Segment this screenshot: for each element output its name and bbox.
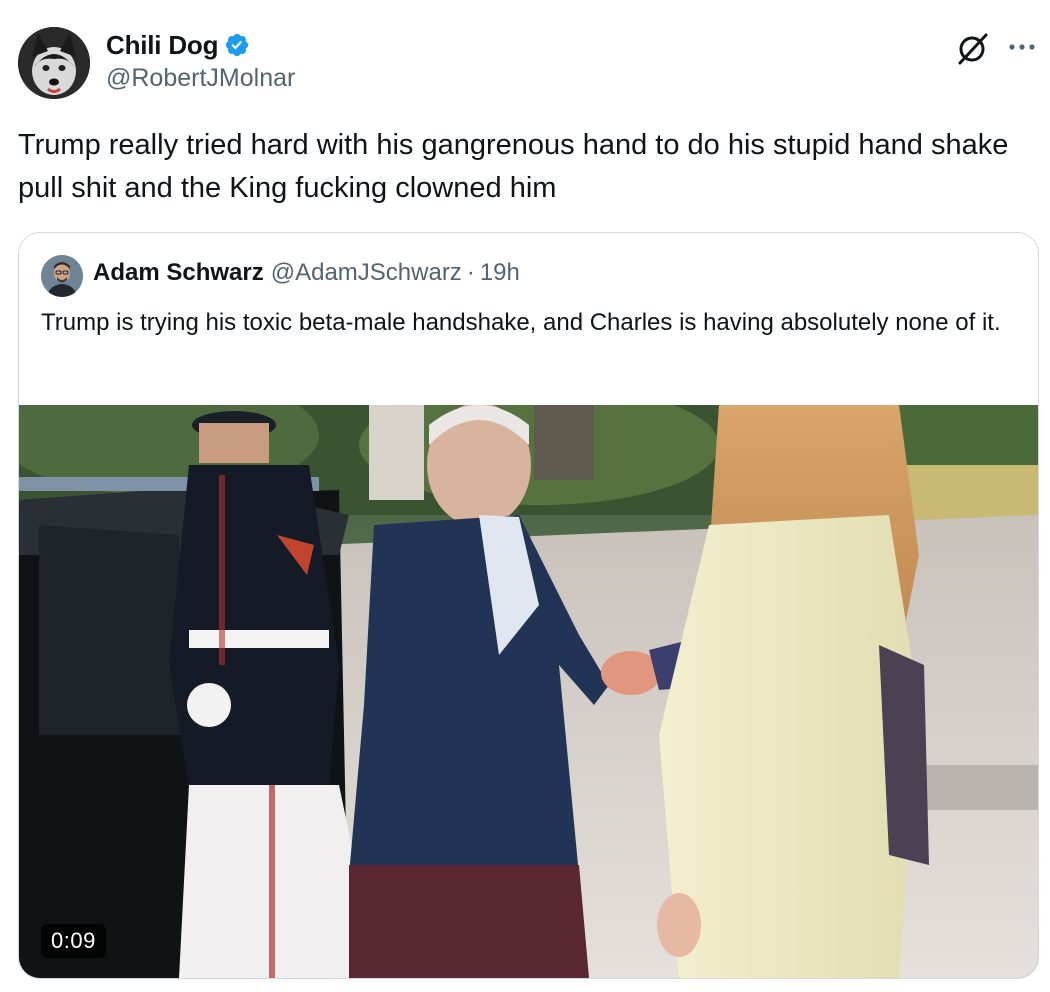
more-options-icon[interactable] <box>1004 32 1040 62</box>
video-duration-badge: 0:09 <box>41 924 106 958</box>
tweet[interactable]: Chili Dog @RobertJMolnar Trump really tr… <box>0 0 1050 992</box>
quoted-display-name[interactable]: Adam Schwarz <box>93 259 264 287</box>
tweet-text: Trump really tried hard with his gangren… <box>18 129 1009 204</box>
quoted-separator: · <box>466 259 475 286</box>
quoted-tweet-card[interactable]: Adam Schwarz @AdamJSchwarz · 19h Trump i… <box>18 232 1039 979</box>
verified-badge-icon[interactable] <box>224 32 250 58</box>
quoted-video[interactable]: 0:09 <box>19 405 1038 978</box>
author-display-name[interactable]: Chili Dog <box>106 30 218 61</box>
quoted-handle[interactable]: @AdamJSchwarz <box>271 259 462 287</box>
author-handle[interactable]: @RobertJMolnar <box>106 64 295 93</box>
video-thumbnail-image <box>19 405 1038 978</box>
person-avatar-image <box>41 255 83 297</box>
quoted-header: Adam Schwarz @AdamJSchwarz · 19h <box>93 259 520 287</box>
author-name-row: Chili Dog <box>106 28 250 62</box>
husky-avatar-image <box>18 27 90 99</box>
grok-icon[interactable] <box>955 30 991 66</box>
author-avatar[interactable] <box>18 27 90 99</box>
quoted-timestamp[interactable]: 19h <box>480 259 520 287</box>
quoted-text: Trump is trying his toxic beta-male hand… <box>41 309 1001 336</box>
quoted-author-avatar[interactable] <box>41 255 83 297</box>
